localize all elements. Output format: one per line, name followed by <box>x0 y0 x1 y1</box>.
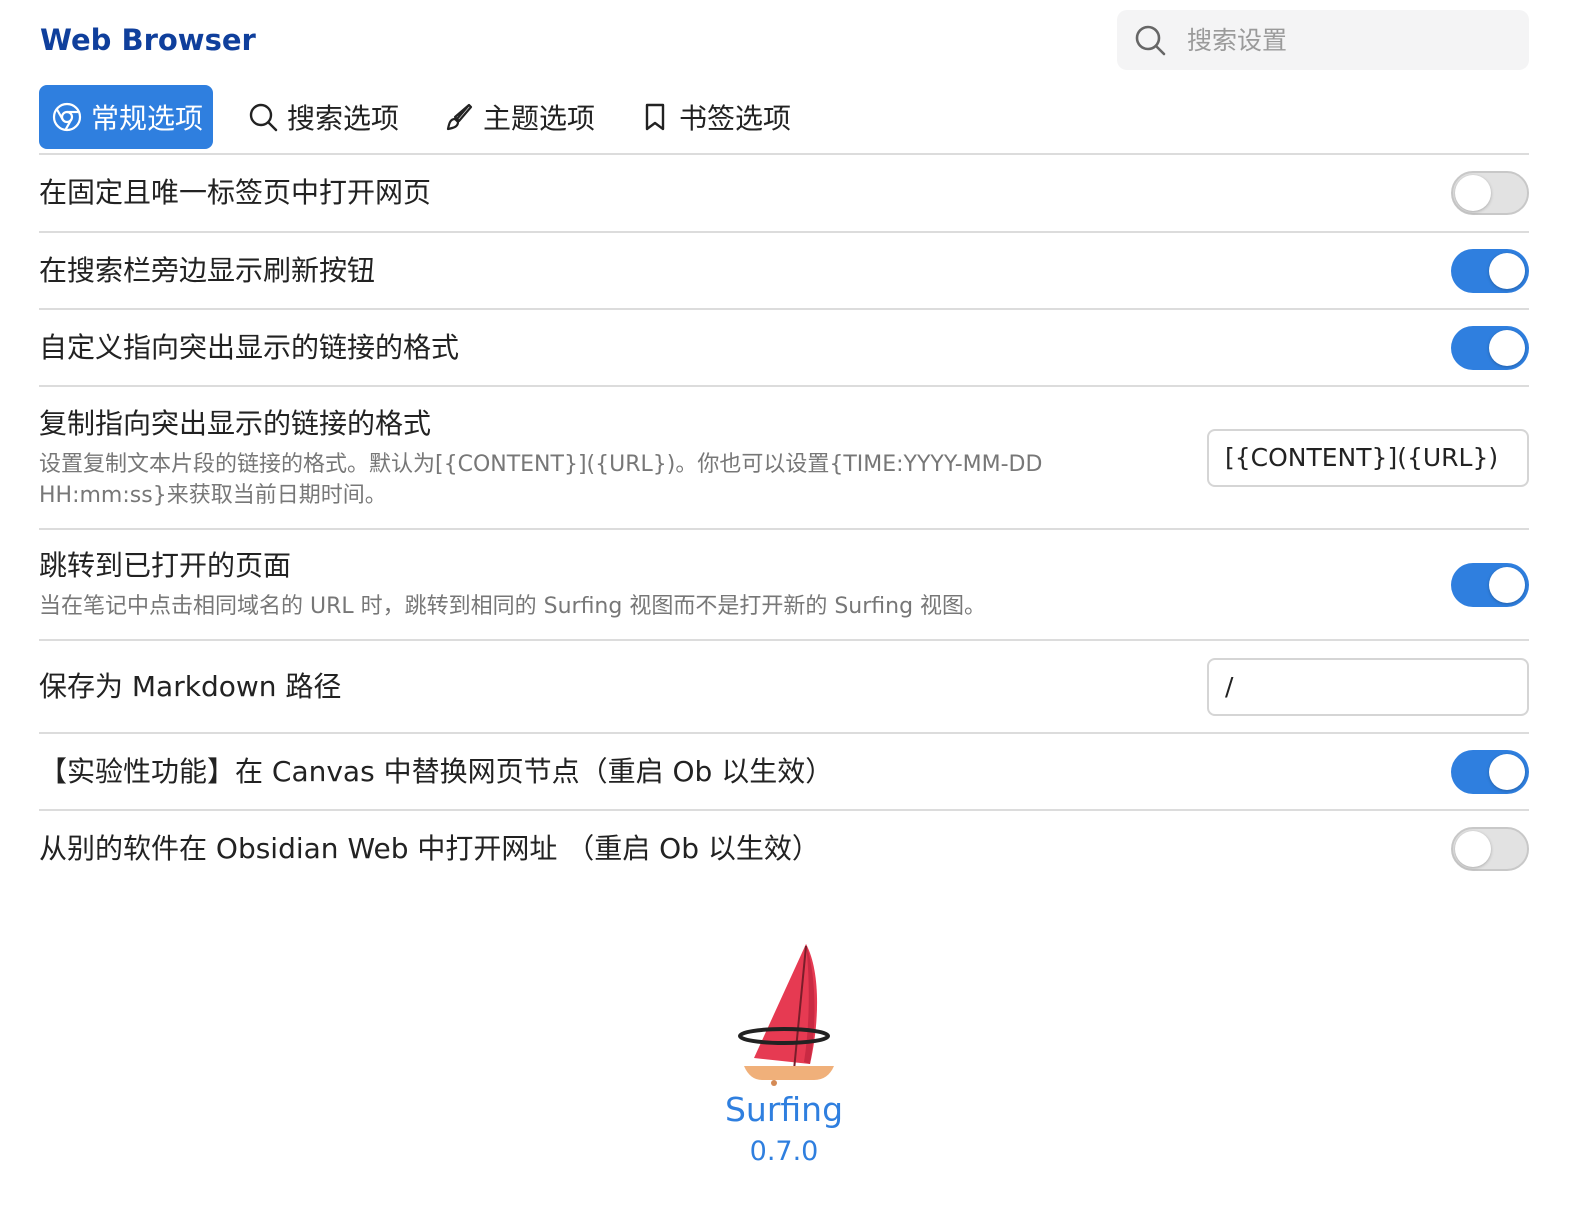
windsurf-sail-icon <box>738 944 834 1086</box>
tab-label: 搜索选项 <box>287 102 400 135</box>
open-from-other-apps-toggle[interactable] <box>1451 827 1529 871</box>
setting-info: 从别的软件在 Obsidian Web 中打开网址 （重启 Ob 以生效） <box>39 830 820 868</box>
markdown-path-input[interactable] <box>1207 657 1529 716</box>
show-refresh-button-toggle[interactable] <box>1451 248 1529 293</box>
setting-custom-highlight-format: 自定义指向突出显示的链接的格式 <box>39 308 1529 385</box>
search-icon <box>249 103 278 132</box>
setting-description: 设置复制文本片段的链接的格式。默认为[{CONTENT}]({URL})。你也可… <box>39 451 1043 508</box>
tab-label: 书签选项 <box>679 102 792 135</box>
toggle-knob <box>1455 831 1491 867</box>
setting-name: 【实验性功能】在 Canvas 中替换网页节点（重启 Ob 以生效） <box>39 754 834 788</box>
setting-show-refresh-button: 在搜索栏旁边显示刷新按钮 <box>39 231 1529 308</box>
setting-info: 在固定且唯一标签页中打开网页 <box>39 174 431 212</box>
setting-name: 从别的软件在 Obsidian Web 中打开网址 （重启 Ob 以生效） <box>39 832 820 865</box>
search-input[interactable] <box>1185 24 1509 56</box>
setting-name: 自定义指向突出显示的链接的格式 <box>39 330 460 364</box>
page-title: Web Browser <box>40 23 256 57</box>
setting-description: 当在笔记中点击相同域名的 URL 时，跳转到相同的 Surfing 视图而不是打… <box>39 594 987 619</box>
setting-info: 在搜索栏旁边显示刷新按钮 <box>39 252 375 290</box>
search-icon <box>1135 25 1166 56</box>
setting-open-in-pinned-tab: 在固定且唯一标签页中打开网页 <box>39 153 1529 231</box>
setting-name: 在固定且唯一标签页中打开网页 <box>39 176 432 209</box>
setting-copy-highlight-format: 复制指向突出显示的链接的格式 设置复制文本片段的链接的格式。默认为[{CONTE… <box>39 385 1529 528</box>
tab-label: 常规选项 <box>91 102 204 135</box>
open-in-pinned-tab-toggle[interactable] <box>1451 171 1529 215</box>
setting-name: 保存为 Markdown 路径 <box>39 669 342 703</box>
jump-to-opened-page-toggle[interactable] <box>1451 562 1529 607</box>
setting-info: 保存为 Markdown 路径 <box>39 668 341 706</box>
toggle-knob <box>1489 329 1525 366</box>
plugin-footer: Surfing 0.7.0 <box>0 940 1568 1170</box>
setting-info: 跳转到已打开的页面 当在笔记中点击相同域名的 URL 时，跳转到相同的 Surf… <box>39 547 986 622</box>
setting-open-from-other-apps: 从别的软件在 Obsidian Web 中打开网址 （重启 Ob 以生效） <box>39 809 1529 887</box>
chrome-icon <box>52 102 82 132</box>
setting-name: 复制指向突出显示的链接的格式 <box>39 406 432 440</box>
search-box[interactable] <box>1117 10 1529 70</box>
setting-name: 在搜索栏旁边显示刷新按钮 <box>39 253 376 287</box>
setting-name: 跳转到已打开的页面 <box>39 549 292 582</box>
toggle-knob <box>1489 566 1525 603</box>
setting-info: 复制指向突出显示的链接的格式 设置复制文本片段的链接的格式。默认为[{CONTE… <box>39 405 1119 511</box>
setting-canvas-replace-node: 【实验性功能】在 Canvas 中替换网页节点（重启 Ob 以生效） <box>39 732 1529 809</box>
tab-search[interactable]: 搜索选项 <box>235 85 409 149</box>
brush-icon <box>446 103 473 131</box>
tab-bar: 常规选项 搜索选项 主题选项 书签选项 <box>39 85 823 149</box>
tab-bookmarks[interactable]: 书签选项 <box>627 85 801 149</box>
setting-info: 【实验性功能】在 Canvas 中替换网页节点（重启 Ob 以生效） <box>39 753 833 791</box>
setting-markdown-path: 保存为 Markdown 路径 <box>39 639 1529 732</box>
tab-general[interactable]: 常规选项 <box>39 85 214 149</box>
settings-list: 在固定且唯一标签页中打开网页 在搜索栏旁边显示刷新按钮 自定义指向突出显示的链接… <box>39 153 1529 887</box>
setting-info: 自定义指向突出显示的链接的格式 <box>39 329 459 367</box>
custom-highlight-format-toggle[interactable] <box>1451 325 1529 370</box>
settings-page: Web Browser 常规选项 搜索选项 <box>0 0 1586 1212</box>
setting-jump-to-opened-page: 跳转到已打开的页面 当在笔记中点击相同域名的 URL 时，跳转到相同的 Surf… <box>39 528 1529 639</box>
plugin-version: 0.7.0 <box>749 1136 819 1167</box>
plugin-name[interactable]: Surfing <box>725 1090 843 1130</box>
toggle-knob <box>1489 753 1525 790</box>
copy-highlight-format-input[interactable] <box>1207 428 1529 487</box>
tab-label: 主题选项 <box>483 102 596 135</box>
bookmark-icon <box>645 103 665 131</box>
tab-theme[interactable]: 主题选项 <box>431 85 605 149</box>
toggle-knob <box>1489 252 1525 289</box>
toggle-knob <box>1455 175 1491 211</box>
canvas-replace-node-toggle[interactable] <box>1451 749 1529 794</box>
